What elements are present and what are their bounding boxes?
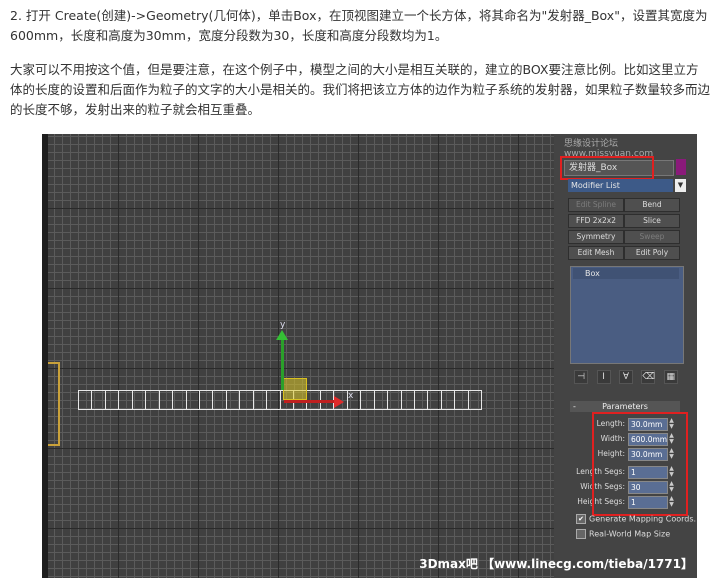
gizmo-y-axis[interactable] xyxy=(281,338,284,390)
box-segment xyxy=(118,390,132,410)
modifier-button[interactable]: Edit Mesh xyxy=(568,246,624,260)
stack-toolbar: ⊣ I ∀ ⌫ ▦ xyxy=(570,370,682,384)
collapse-icon: - xyxy=(573,402,576,411)
box-segment xyxy=(440,390,455,410)
box-segment xyxy=(454,390,468,410)
explanation-paragraph: 大家可以不用按这个值，但是要注意，在这个例子中，模型之间的大小是相互关联的，建立… xyxy=(10,62,711,117)
real-world-row[interactable]: Real-World Map Size xyxy=(576,529,670,539)
pin-stack-icon[interactable]: ⊣ xyxy=(574,370,589,384)
modifier-button[interactable]: Symmetry xyxy=(568,230,624,244)
box-segment xyxy=(104,390,119,410)
highlight-params-box xyxy=(592,412,688,516)
box-segment xyxy=(91,390,105,410)
3dsmax-screenshot: y x 思缘设计论坛 www.missyuan.com 发射器_Box Modi… xyxy=(42,134,697,578)
box-segment xyxy=(131,390,146,410)
box-segment xyxy=(252,390,267,410)
modifier-stack[interactable]: Box xyxy=(570,266,684,364)
gizmo-x-axis[interactable] xyxy=(284,400,336,403)
make-unique-icon[interactable]: ∀ xyxy=(618,370,633,384)
generate-mapping-row[interactable]: ✔ Generate Mapping Coords. xyxy=(576,514,696,524)
configure-sets-icon[interactable]: ▦ xyxy=(663,370,678,384)
parameters-rollout-header[interactable]: - Parameters xyxy=(570,401,680,412)
site-watermark: 3Dmax吧 【www.linecg.com/tieba/1771】 xyxy=(419,557,693,571)
highlight-name-box xyxy=(560,156,654,180)
gizmo-y-label: y xyxy=(280,320,286,330)
partial-object-outline xyxy=(48,362,60,446)
box-segment xyxy=(78,390,92,410)
box-segment xyxy=(266,390,280,410)
box-object[interactable] xyxy=(78,390,483,410)
modifier-list-dropdown[interactable]: Modifier List xyxy=(568,179,673,192)
box-segment xyxy=(427,390,441,410)
chevron-down-icon[interactable]: ▼ xyxy=(675,179,686,192)
object-color-swatch[interactable] xyxy=(676,159,686,175)
top-viewport[interactable]: y x xyxy=(48,134,554,578)
box-segment xyxy=(198,390,213,410)
stack-item-box[interactable]: Box xyxy=(573,268,679,279)
parameters-title: Parameters xyxy=(602,402,648,411)
move-gizmo-plane[interactable] xyxy=(283,378,307,400)
box-segment xyxy=(413,390,428,410)
command-panel: 思缘设计论坛 www.missyuan.com 发射器_Box Modifier… xyxy=(554,134,697,578)
show-end-result-icon[interactable]: I xyxy=(596,370,611,384)
checkbox[interactable] xyxy=(576,529,586,539)
generate-mapping-label: Generate Mapping Coords. xyxy=(589,514,697,524)
box-segment xyxy=(239,390,253,410)
instruction-paragraph: 2. 打开 Create(创建)->Geometry(几何体)，单击Box，在顶… xyxy=(10,8,708,43)
remove-modifier-icon[interactable]: ⌫ xyxy=(641,370,656,384)
box-segment xyxy=(400,390,414,410)
gizmo-x-arrow-icon[interactable] xyxy=(334,396,344,408)
checkbox[interactable]: ✔ xyxy=(576,514,586,524)
box-segment xyxy=(360,390,374,410)
box-segment xyxy=(172,390,186,410)
real-world-label: Real-World Map Size xyxy=(589,529,671,539)
box-segment xyxy=(158,390,173,410)
gizmo-x-label: x xyxy=(348,391,354,401)
box-segment xyxy=(145,390,159,410)
modifier-button[interactable]: FFD 2x2x2 xyxy=(568,214,624,228)
box-segment xyxy=(373,390,388,410)
gizmo-y-arrow-icon[interactable] xyxy=(276,330,288,340)
modifier-button[interactable]: Edit Poly xyxy=(624,246,680,260)
modifier-button[interactable]: Slice xyxy=(624,214,680,228)
modifier-button[interactable]: Sweep xyxy=(624,230,680,244)
box-segment xyxy=(225,390,240,410)
box-segment xyxy=(185,390,199,410)
box-segment xyxy=(467,390,483,410)
box-segment xyxy=(212,390,226,410)
box-segment xyxy=(387,390,401,410)
modifier-button[interactable]: Edit Spline xyxy=(568,198,624,212)
modifier-button[interactable]: Bend xyxy=(624,198,680,212)
